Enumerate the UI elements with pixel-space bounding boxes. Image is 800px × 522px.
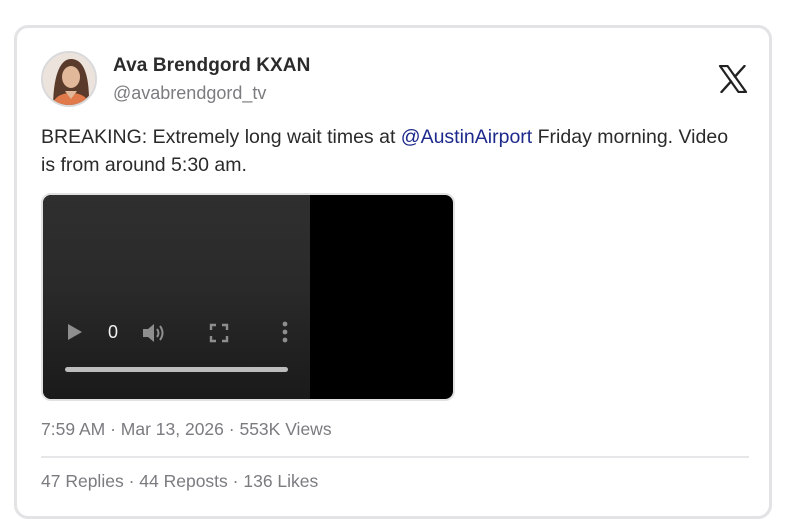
video-progress-bar[interactable] [65, 367, 288, 372]
current-time: 0 [108, 322, 119, 342]
avatar-image [43, 53, 95, 105]
avatar[interactable] [41, 51, 97, 107]
divider [41, 456, 749, 458]
x-logo-icon[interactable] [718, 64, 748, 94]
stats-separator: · [227, 471, 244, 491]
tweet-date[interactable]: Mar 13, 2026 [121, 419, 224, 439]
replies-count[interactable]: 47 Replies [41, 471, 124, 491]
reposts-count[interactable]: 44 Reposts [139, 471, 228, 491]
tweet-text-before: BREAKING: Extremely long wait times at [41, 126, 401, 148]
author-handle[interactable]: @avabrendgord_tv [113, 83, 266, 104]
meta-separator: · [105, 419, 121, 439]
volume-icon[interactable] [142, 322, 166, 344]
more-options-icon[interactable] [281, 321, 289, 343]
tweet-card: Ava Brendgord KXAN @avabrendgord_tv BREA… [14, 25, 772, 519]
play-icon[interactable] [67, 323, 83, 341]
engagement-stats: 47 Replies · 44 Reposts · 136 Likes [41, 471, 318, 492]
likes-count[interactable]: 136 Likes [243, 471, 318, 491]
tweet-time[interactable]: 7:59 AM [41, 419, 105, 439]
meta-separator: · [223, 419, 240, 439]
tweet-meta: 7:59 AM · Mar 13, 2026 · 553K Views [41, 419, 332, 440]
author-name[interactable]: Ava Brendgord KXAN [113, 55, 310, 77]
stats-separator: · [123, 471, 140, 491]
tweet-text: BREAKING: Extremely long wait times at @… [41, 123, 741, 179]
fullscreen-icon[interactable] [209, 323, 229, 343]
video-player[interactable]: 0 [41, 193, 455, 401]
mention-link[interactable]: @AustinAirport [401, 126, 532, 148]
view-count: 553K Views [239, 419, 332, 439]
